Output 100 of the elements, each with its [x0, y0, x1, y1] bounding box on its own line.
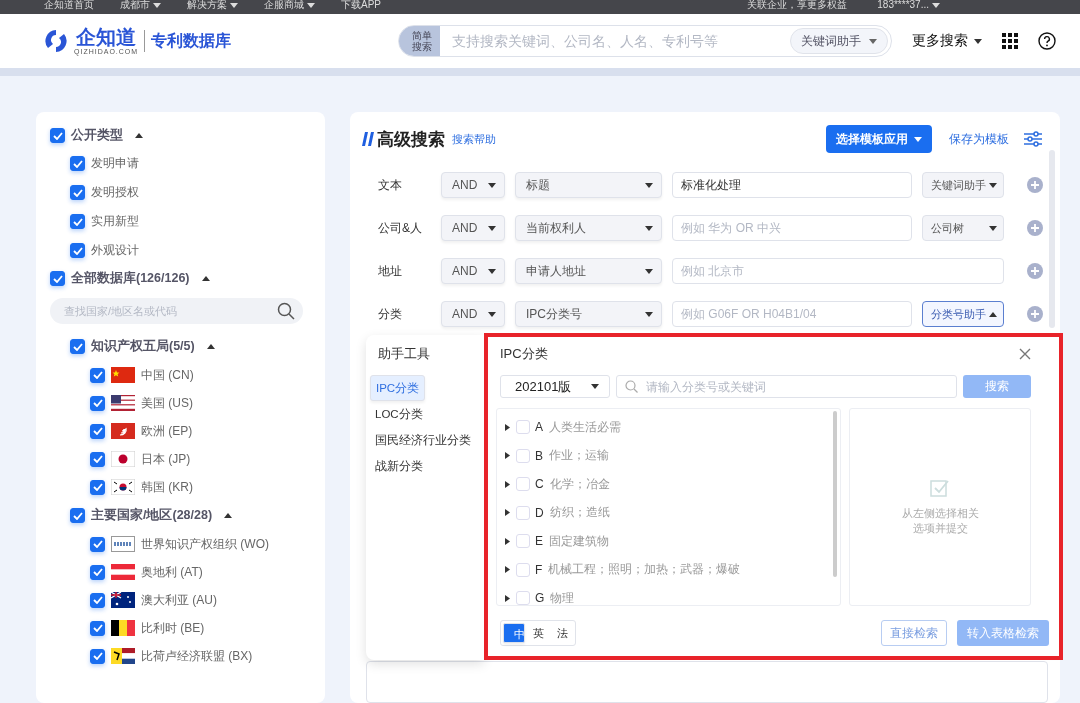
- class-code: E: [535, 534, 543, 549]
- expand-icon[interactable]: [505, 452, 510, 460]
- settings-sliders-icon[interactable]: [1024, 131, 1042, 147]
- class-name: 人类生活必需: [549, 418, 621, 436]
- language-option[interactable]: 英: [527, 623, 549, 643]
- field-select[interactable]: IPC分类号: [515, 301, 662, 327]
- search-icon: [277, 302, 295, 320]
- operator-select[interactable]: AND: [441, 258, 505, 284]
- helper-dropdown[interactable]: 关键词助手: [922, 172, 1004, 198]
- class-code: F: [535, 562, 543, 577]
- checkbox[interactable]: [90, 648, 105, 664]
- account-menu[interactable]: 183****37...: [877, 0, 940, 10]
- panel-title: IPC分类: [500, 345, 548, 363]
- checkbox[interactable]: [90, 367, 105, 383]
- checkbox[interactable]: [50, 271, 65, 286]
- caret-icon: [914, 136, 922, 142]
- helper-dropdown[interactable]: 公司树: [922, 215, 1004, 241]
- checkbox[interactable]: [90, 451, 105, 467]
- flag-icon: [111, 620, 135, 636]
- query-input[interactable]: 例如 北京市: [672, 258, 1004, 284]
- checkbox[interactable]: [70, 243, 85, 258]
- template-button[interactable]: 选择模板应用: [826, 125, 932, 153]
- class-code: D: [535, 505, 544, 520]
- caret-icon: [307, 2, 315, 8]
- query-input[interactable]: 例如 华为 OR 中兴: [672, 215, 912, 241]
- checkbox[interactable]: [90, 479, 105, 495]
- nav-link[interactable]: 成都市: [120, 0, 161, 10]
- filter-label: 公开类型: [71, 127, 123, 144]
- flag-icon: [111, 479, 135, 495]
- search-field[interactable]: 请输入分类号或关键词: [616, 375, 957, 398]
- class-name: 物理: [550, 589, 575, 605]
- checkbox[interactable]: [90, 395, 105, 411]
- checkbox[interactable]: [70, 214, 85, 229]
- class-code: B: [535, 448, 543, 463]
- panel-title: 高级搜索: [377, 128, 445, 151]
- checkbox[interactable]: [70, 185, 85, 200]
- caret-icon[interactable]: [201, 276, 210, 281]
- apps-grid-icon[interactable]: [1002, 33, 1018, 49]
- checkbox[interactable]: [70, 508, 85, 523]
- query-input[interactable]: 标准化处理: [672, 172, 912, 198]
- search-icon: [625, 380, 638, 393]
- tool-tab[interactable]: 国民经济行业分类: [370, 427, 480, 453]
- tool-tab[interactable]: IPC分类: [370, 375, 426, 401]
- caret-icon[interactable]: [135, 133, 143, 138]
- checkbox[interactable]: [70, 156, 85, 171]
- search-input[interactable]: 支持搜索关键词、公司名、人名、专利号等: [440, 32, 790, 50]
- nav-link[interactable]: 解决方案: [187, 0, 238, 10]
- operator-select[interactable]: AND: [441, 215, 505, 241]
- close-icon[interactable]: [1019, 348, 1031, 360]
- expand-icon[interactable]: [505, 537, 510, 545]
- checkbox[interactable]: [90, 592, 105, 608]
- language-option[interactable]: 中: [503, 623, 525, 643]
- scrollbar[interactable]: [1049, 150, 1055, 328]
- help-link[interactable]: 搜索帮助: [452, 131, 496, 147]
- keyword-helper-dropdown[interactable]: 关键词助手: [790, 28, 888, 54]
- operator-select[interactable]: AND: [441, 172, 505, 198]
- checkbox[interactable]: [70, 339, 85, 354]
- product-name: 专利数据库: [151, 30, 232, 51]
- tool-tab[interactable]: 战新分类: [370, 453, 480, 479]
- caret-icon: [645, 182, 653, 188]
- filter-label: 日本 (JP): [141, 450, 191, 468]
- help-icon[interactable]: [1038, 32, 1056, 50]
- version-select[interactable]: 202101版: [500, 375, 610, 398]
- nav-link[interactable]: 企服商城: [264, 0, 315, 10]
- caret-icon: [989, 182, 997, 188]
- panel-title: 助手工具: [377, 345, 431, 363]
- flag-icon: [111, 592, 135, 608]
- field-select[interactable]: 当前权利人: [515, 215, 662, 241]
- checkbox[interactable]: [90, 564, 105, 580]
- nav-link[interactable]: 企知道首页: [44, 0, 94, 10]
- search-input[interactable]: 请输入分类号或关键词: [644, 378, 948, 395]
- field-select[interactable]: 标题: [515, 172, 662, 198]
- promo-link[interactable]: 关联企业，享更多权益: [747, 0, 848, 10]
- checkbox[interactable]: [90, 620, 105, 636]
- operator-select[interactable]: AND: [441, 301, 505, 327]
- field-select[interactable]: 申请人地址: [515, 258, 662, 284]
- checkbox[interactable]: [50, 128, 65, 143]
- class-name: 纺织；造纸: [549, 504, 610, 522]
- scrollbar[interactable]: [833, 411, 837, 577]
- filter-label: 外观设计: [91, 242, 139, 259]
- expand-icon[interactable]: [505, 480, 510, 488]
- expand-icon[interactable]: [505, 566, 510, 574]
- language-option[interactable]: 法: [551, 623, 573, 643]
- save-template-link[interactable]: 保存为模板: [949, 130, 1009, 148]
- tool-tab[interactable]: LOC分类: [370, 401, 480, 427]
- nav-link[interactable]: 下载APP: [341, 0, 381, 10]
- query-input[interactable]: 例如 G06F OR H04B1/04: [672, 301, 912, 327]
- more-search-menu[interactable]: 更多搜索: [912, 32, 982, 50]
- expand-icon[interactable]: [505, 594, 510, 602]
- checkbox[interactable]: [90, 423, 105, 439]
- helper-dropdown[interactable]: 分类号助手: [922, 301, 1004, 327]
- search-mode-toggle[interactable]: 简单搜索: [399, 26, 440, 56]
- expand-icon[interactable]: [505, 509, 510, 517]
- caret-icon: [989, 225, 997, 231]
- class-code: G: [535, 591, 545, 605]
- caret-icon[interactable]: [224, 513, 233, 518]
- checkbox[interactable]: [90, 536, 105, 552]
- filter-label: 发明申请: [91, 155, 139, 172]
- expand-icon[interactable]: [505, 423, 510, 431]
- caret-icon[interactable]: [206, 344, 215, 349]
